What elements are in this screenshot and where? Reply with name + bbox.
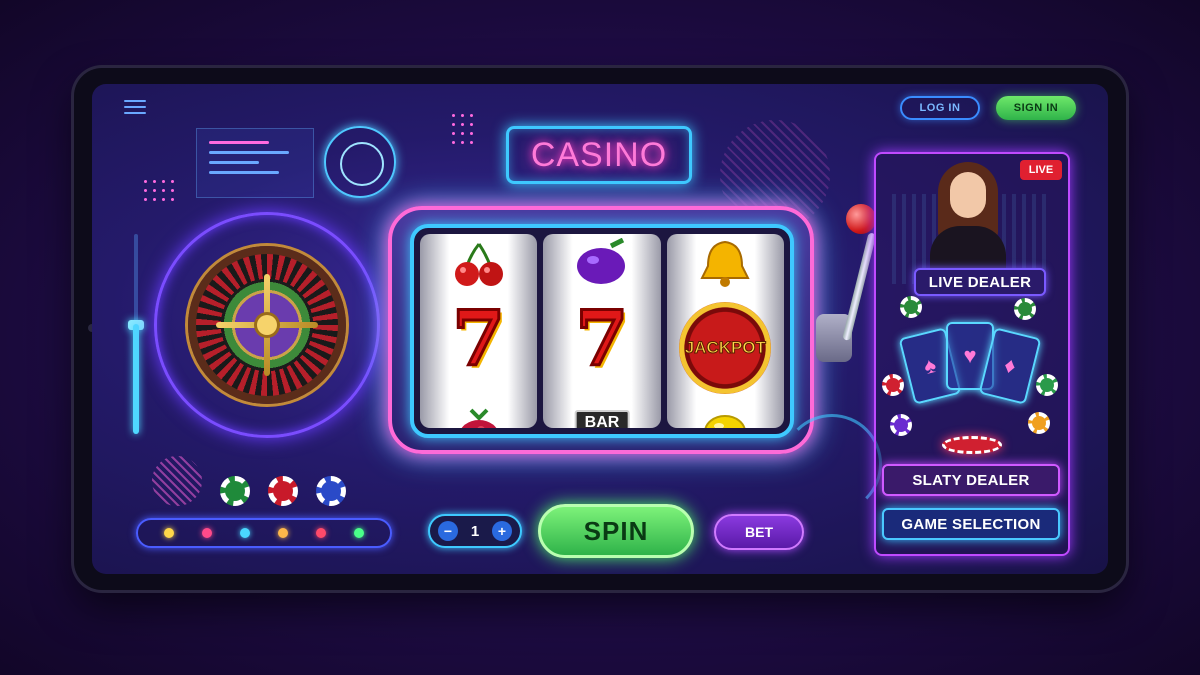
increment-button[interactable]: + — [492, 521, 512, 541]
chip-green-icon — [1036, 374, 1058, 396]
reel-3: JACKPOT — [666, 234, 784, 428]
target-decor-icon — [324, 126, 396, 198]
indicator-dots — [136, 518, 392, 548]
lever-handle[interactable] — [846, 204, 876, 234]
reel-1: 7 — [420, 234, 538, 428]
bet-amount: 1 — [470, 522, 480, 540]
chip-stack-icon — [942, 436, 1002, 454]
bet-stepper[interactable]: − 1 + — [428, 514, 522, 548]
chip-green-icon — [1014, 298, 1036, 320]
chip-blue-icon[interactable] — [316, 476, 346, 506]
lemon-icon — [704, 415, 746, 428]
slaty-dealer-button[interactable]: SLATY DEALER — [882, 464, 1060, 496]
hamburger-icon[interactable] — [124, 100, 146, 116]
chip-green-icon[interactable] — [220, 476, 250, 506]
plum-icon — [576, 238, 625, 284]
spin-button[interactable]: SPIN — [538, 504, 694, 558]
login-button[interactable]: LOG IN — [900, 96, 980, 120]
chip-orange-icon — [1028, 412, 1050, 434]
bell-icon — [700, 240, 750, 287]
chip-green-icon — [900, 296, 922, 318]
reel-2: 7 BAR — [543, 234, 661, 428]
cherry-icon — [454, 243, 503, 286]
casino-sign: CASINO — [506, 126, 692, 184]
decor-arc — [782, 414, 882, 514]
volume-slider[interactable] — [128, 234, 144, 434]
decor-dot-grid — [452, 114, 473, 144]
jackpot-label: JACKPOT — [684, 338, 766, 358]
decor-hatch-small — [152, 456, 202, 506]
decrement-button[interactable]: − — [438, 521, 458, 541]
chip-red-icon[interactable] — [268, 476, 298, 506]
slot-machine: 7 7 BAR JACKPOT — [388, 206, 814, 454]
chip-red-icon — [882, 374, 904, 396]
slider-knob[interactable] — [128, 320, 144, 330]
reel-window: 7 7 BAR JACKPOT — [410, 224, 794, 438]
card-suit: ♠ — [921, 351, 939, 380]
bet-button[interactable]: BET — [714, 514, 804, 550]
seven-symbol: 7 — [451, 293, 507, 385]
live-badge: LIVE — [1020, 160, 1062, 180]
card-suit: ♥ — [963, 343, 977, 368]
raspberry-icon — [461, 408, 496, 428]
dealer-avatar — [930, 162, 1006, 272]
signin-button[interactable]: SIGN IN — [996, 96, 1076, 120]
live-dealer-button[interactable]: LIVE DEALER — [914, 268, 1046, 296]
seven-symbol: 7 — [574, 293, 630, 385]
card-suit: ♦ — [1001, 352, 1019, 380]
roulette-hub — [257, 315, 277, 335]
chip-purple-icon — [890, 414, 912, 436]
game-screen: LOG IN SIGN IN CASINO 7 7 BAR JACKPOT − … — [92, 84, 1108, 574]
bar-symbol: BAR — [574, 410, 630, 428]
tablet-frame: LOG IN SIGN IN CASINO 7 7 BAR JACKPOT − … — [74, 68, 1126, 590]
lever-rod[interactable] — [842, 232, 877, 341]
decor-info-panel — [196, 128, 314, 198]
jackpot-symbol: JACKPOT — [679, 302, 772, 394]
decor-dot-grid-left — [144, 180, 174, 201]
game-selection-button[interactable]: GAME SELECTION — [882, 508, 1060, 540]
